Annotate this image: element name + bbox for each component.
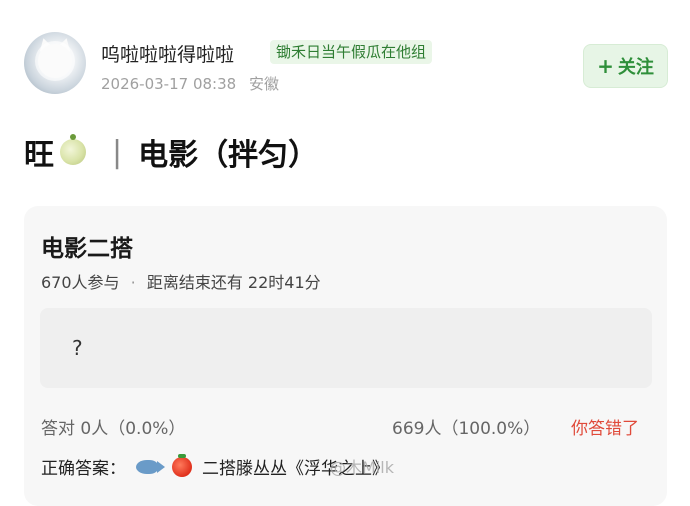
quiz-title: 电影二搭	[41, 236, 133, 262]
cat-avatar-icon	[38, 44, 72, 78]
plus-icon: +	[597, 54, 614, 78]
title-main: 电影（拌匀）	[138, 138, 319, 173]
post-title: 旺 | 电影（拌匀）	[24, 130, 318, 174]
answer-box[interactable]: ?	[40, 308, 652, 388]
wrong-label: 你答错了	[571, 419, 639, 439]
meta-separator: ·	[130, 273, 136, 292]
correct-stats: 答对 0人（0.0%）	[41, 419, 186, 439]
watermark: @木Milk	[330, 458, 394, 477]
melon-icon	[60, 134, 86, 165]
correct-answer-label: 正确答案：	[41, 459, 126, 479]
tomato-icon	[172, 453, 192, 477]
title-prefix: 旺	[24, 138, 54, 173]
countdown: 距离结束还有 22时41分	[146, 273, 321, 292]
username[interactable]: 呜啦啦啦得啦啦	[101, 40, 234, 67]
post-meta: 2026-03-17 08:38 安徽	[101, 73, 287, 94]
wrong-stats: 669人（100.0%）	[392, 419, 541, 439]
group-tag[interactable]: 锄禾日当午假瓜在他组	[270, 40, 433, 64]
timestamp: 2026-03-17 08:38	[101, 75, 237, 93]
title-divider: |	[112, 134, 123, 170]
quiz-meta: 670人参与 · 距离结束还有 22时41分	[41, 269, 321, 293]
follow-label: 关注	[617, 57, 654, 78]
fish-icon	[136, 459, 165, 474]
avatar[interactable]	[24, 32, 86, 94]
answer-text: ?	[72, 336, 83, 360]
location: 安徽	[248, 75, 279, 93]
participants-count: 670人参与	[41, 273, 120, 292]
follow-button[interactable]: + 关注	[583, 44, 668, 88]
